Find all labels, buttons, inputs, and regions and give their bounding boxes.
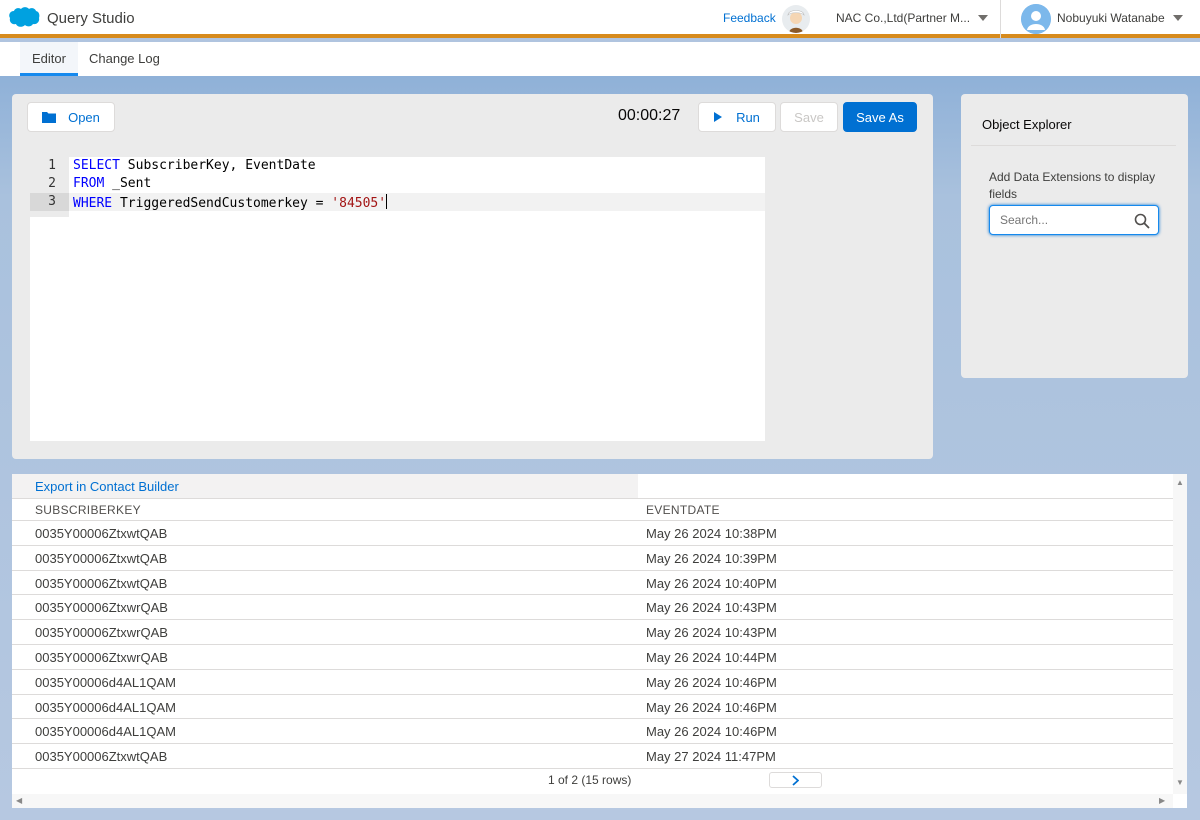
cell-eventdate: May 26 2024 10:44PM — [646, 650, 777, 665]
column-header-eventdate[interactable]: EVENTDATE — [646, 503, 720, 517]
scroll-left-arrow-icon[interactable]: ◀ — [16, 796, 22, 805]
run-button-label: Run — [736, 109, 760, 125]
table-row: 0035Y00006d4AL1QAM May 26 2024 10:46PM — [12, 719, 1173, 745]
results-panel: Export in Contact Builder SUBSCRIBERKEY … — [12, 474, 1187, 808]
sql-string: '84505' — [331, 196, 387, 211]
table-row: 0035Y00006ZtxwtQAB May 26 2024 10:39PM — [12, 546, 1173, 571]
object-explorer-panel: Object Explorer Add Data Extensions to d… — [961, 94, 1188, 378]
table-row: 0035Y00006ZtxwtQAB May 26 2024 10:38PM — [12, 521, 1173, 546]
cell-eventdate: May 26 2024 10:39PM — [646, 550, 777, 566]
table-row: 0035Y00006ZtxwtQAB May 26 2024 10:40PM — [12, 571, 1173, 596]
cell-subscriberkey: 0035Y00006ZtxwtQAB — [35, 550, 168, 566]
chevron-down-icon — [978, 15, 989, 21]
scroll-down-arrow-icon[interactable]: ▼ — [1176, 778, 1184, 787]
sql-text: TriggeredSendCustomerkey = — [112, 196, 332, 211]
save-as-button[interactable]: Save As — [843, 102, 917, 132]
sql-text: _Sent — [104, 176, 152, 191]
user-avatar-icon[interactable] — [1021, 4, 1051, 34]
play-icon — [714, 112, 723, 122]
tab-editor[interactable]: Editor — [20, 42, 78, 76]
chevron-right-icon — [792, 774, 799, 786]
einstein-avatar-icon[interactable] — [782, 5, 810, 33]
code-line[interactable]: FROM _Sent — [73, 176, 151, 191]
org-name: NAC Co.,Ltd(Partner M... — [836, 11, 971, 25]
line-number: 3 — [48, 194, 56, 209]
salesforce-cloud-logo — [9, 7, 40, 27]
tab-bar: Editor Change Log — [0, 42, 1200, 76]
vertical-scrollbar[interactable]: ▲ ▼ — [1173, 474, 1187, 794]
object-explorer-hint: Add Data Extensions to display fields — [989, 170, 1156, 201]
app-title: Query Studio — [47, 10, 135, 27]
feedback-link[interactable]: Feedback — [723, 11, 776, 25]
sql-keyword: FROM — [73, 176, 105, 191]
cell-subscriberkey: 0035Y00006ZtxwrQAB — [35, 625, 168, 641]
cell-eventdate: May 26 2024 10:40PM — [646, 575, 777, 591]
cell-eventdate: May 26 2024 10:38PM — [646, 526, 777, 541]
cell-subscriberkey: 0035Y00006d4AL1QAM — [35, 674, 176, 690]
pagination-status: 1 of 2 (15 rows) — [548, 773, 632, 787]
table-row: 0035Y00006ZtxwrQAB May 26 2024 10:43PM — [12, 595, 1173, 621]
line-number: 1 — [48, 158, 56, 173]
divider — [12, 498, 1173, 499]
cell-subscriberkey: 0035Y00006ZtxwrQAB — [35, 650, 168, 665]
scroll-right-arrow-icon[interactable]: ▶ — [1159, 796, 1165, 805]
cell-subscriberkey: 0035Y00006d4AL1QAM — [35, 699, 176, 715]
cell-subscriberkey: 0035Y00006ZtxwtQAB — [35, 526, 168, 541]
cell-eventdate: May 26 2024 10:46PM — [646, 674, 777, 690]
cell-subscriberkey: 0035Y00006ZtxwtQAB — [35, 749, 168, 765]
cell-eventdate: May 27 2024 11:47PM — [646, 749, 776, 765]
run-button[interactable]: Run — [698, 102, 776, 132]
column-header-subscriberkey[interactable]: SUBSCRIBERKEY — [35, 503, 141, 517]
object-search-field[interactable] — [989, 205, 1159, 235]
table-row: 0035Y00006d4AL1QAM May 26 2024 10:46PM — [12, 670, 1173, 695]
table-row: 0035Y00006ZtxwtQAB May 27 2024 11:47PM — [12, 744, 1173, 769]
user-menu[interactable]: Nobuyuki Watanabe — [1057, 11, 1183, 25]
code-line[interactable]: WHERE TriggeredSendCustomerkey = '84505' — [73, 194, 388, 211]
sql-text: SubscriberKey, EventDate — [119, 158, 316, 173]
query-timer: 00:00:27 — [618, 107, 681, 124]
open-button[interactable]: Open — [27, 102, 115, 132]
cell-subscriberkey: 0035Y00006ZtxwtQAB — [35, 575, 168, 591]
line-number: 2 — [48, 176, 56, 191]
cell-eventdate: May 26 2024 10:46PM — [646, 699, 777, 715]
object-explorer-title: Object Explorer — [982, 117, 1072, 132]
next-page-button[interactable] — [769, 772, 822, 788]
save-button[interactable]: Save — [780, 102, 838, 132]
editor-panel: Open 00:00:27 Run Save Save As 1 2 3 SEL… — [12, 94, 933, 459]
divider — [971, 145, 1176, 146]
cell-eventdate: May 26 2024 10:43PM — [646, 600, 777, 616]
scroll-up-arrow-icon[interactable]: ▲ — [1176, 478, 1184, 487]
object-search-input[interactable] — [1000, 212, 1130, 228]
cell-eventdate: May 26 2024 10:43PM — [646, 625, 777, 641]
export-contact-builder-link[interactable]: Export in Contact Builder — [35, 479, 179, 494]
table-row: 0035Y00006ZtxwrQAB May 26 2024 10:43PM — [12, 620, 1173, 645]
chevron-down-icon — [1172, 15, 1183, 21]
cell-subscriberkey: 0035Y00006ZtxwrQAB — [35, 600, 168, 616]
cell-subscriberkey: 0035Y00006d4AL1QAM — [35, 724, 176, 740]
code-line[interactable]: SELECT SubscriberKey, EventDate — [73, 158, 316, 173]
header-divider — [1000, 0, 1001, 38]
open-button-label: Open — [68, 109, 100, 125]
horizontal-scrollbar[interactable]: ◀ ▶ — [12, 794, 1173, 808]
table-row: 0035Y00006d4AL1QAM May 26 2024 10:46PM — [12, 695, 1173, 720]
table-row: 0035Y00006ZtxwrQAB May 26 2024 10:44PM — [12, 645, 1173, 670]
user-name: Nobuyuki Watanabe — [1057, 11, 1165, 25]
tab-change-log[interactable]: Change Log — [77, 42, 172, 76]
cell-eventdate: May 26 2024 10:46PM — [646, 724, 777, 740]
folder-icon — [42, 112, 57, 123]
text-cursor — [386, 194, 388, 209]
sql-keyword: WHERE — [73, 196, 113, 211]
app-header: Query Studio Feedback NAC Co.,Ltd(Partne… — [0, 0, 1200, 38]
sql-keyword: SELECT — [73, 158, 120, 173]
org-switcher[interactable]: NAC Co.,Ltd(Partner M... — [836, 11, 989, 25]
search-icon[interactable] — [1134, 213, 1150, 229]
